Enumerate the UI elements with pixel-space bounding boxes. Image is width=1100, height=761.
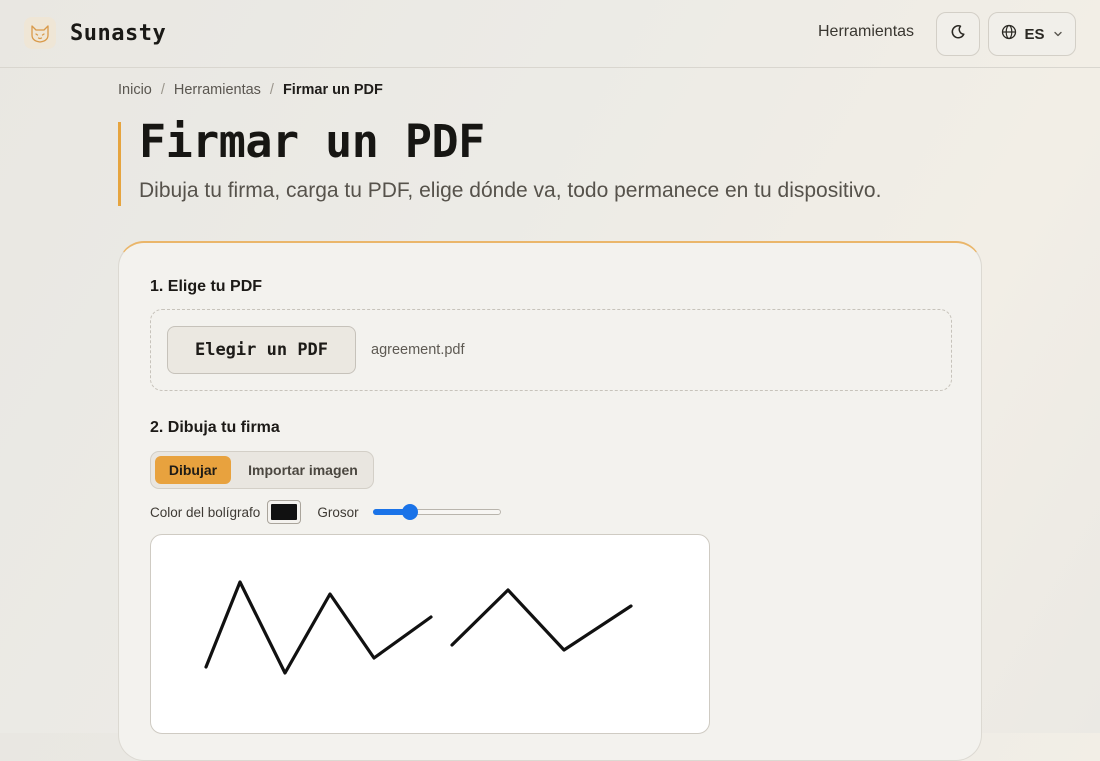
signature-stroke [450, 588, 633, 652]
breadcrumb-home[interactable]: Inicio [118, 82, 152, 98]
selected-file-name: agreement.pdf [371, 342, 465, 358]
choose-pdf-button[interactable]: Elegir un PDF [167, 326, 356, 374]
mode-import-tab[interactable]: Importar imagen [235, 456, 371, 484]
breadcrumb-separator: / [269, 82, 274, 98]
nav-tools-link[interactable]: Herramientas [818, 23, 914, 41]
page-subtitle: Dibuja tu firma, carga tu PDF, elige dón… [139, 179, 882, 202]
signature-canvas[interactable] [150, 534, 710, 734]
language-select-button[interactable]: ES [988, 12, 1076, 56]
top-bar: Sunasty Herramientas ES [0, 0, 1100, 68]
brand-name: Sunasty [70, 20, 167, 46]
thickness-slider[interactable] [372, 504, 501, 520]
breadcrumb-tools[interactable]: Herramientas [174, 82, 261, 98]
breadcrumb-separator: / [160, 82, 165, 98]
pen-color-picker[interactable] [267, 500, 302, 524]
step-2-title: 2. Dibuja tu firma [150, 419, 280, 436]
breadcrumb-current: Firmar un PDF [282, 82, 383, 98]
breadcrumb: Inicio / Herramientas / Firmar un PDF [118, 82, 383, 98]
page-title: Firmar un PDF [139, 115, 485, 168]
thickness-label: Grosor [317, 504, 359, 520]
globe-icon [1001, 24, 1017, 44]
chevron-down-icon [1053, 26, 1063, 43]
sign-pdf-card: 1. Elige tu PDF Elegir un PDF agreement.… [118, 241, 982, 761]
pen-color-swatch [271, 504, 298, 520]
signature-stroke [204, 580, 433, 675]
signature-drawing [204, 580, 633, 675]
step-1-title: 1. Elige tu PDF [150, 278, 263, 295]
theme-toggle-button[interactable] [936, 12, 980, 56]
language-code: ES [1024, 25, 1045, 43]
fox-logo-icon [24, 17, 56, 49]
pen-color-label: Color del bolígrafo [150, 504, 261, 520]
pdf-dropzone[interactable]: Elegir un PDF agreement.pdf [150, 309, 952, 391]
mode-draw-tab[interactable]: Dibujar [155, 456, 231, 484]
pen-settings: Color del bolígrafo Grosor [150, 499, 501, 525]
signature-mode-toggle: Dibujar Importar imagen [150, 451, 374, 489]
thickness-slider-thumb[interactable] [401, 504, 418, 520]
moon-icon [950, 24, 966, 45]
page-heading: Firmar un PDF Dibuja tu firma, carga tu … [118, 115, 882, 206]
brand-home-link[interactable]: Sunasty [24, 17, 166, 49]
